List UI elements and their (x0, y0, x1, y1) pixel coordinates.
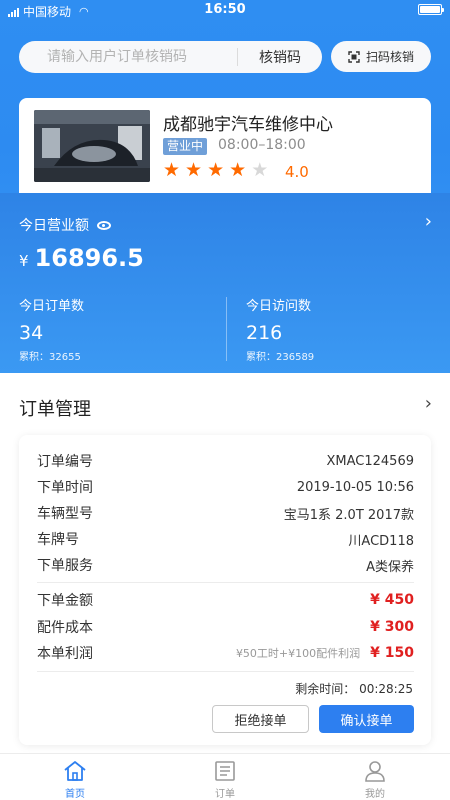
tab-label: 订单 (215, 789, 235, 800)
store-name: 成都驰宇汽车维修中心 (163, 115, 333, 135)
order-info-row: 车牌号 川ACD118 (37, 527, 414, 551)
stat-divider (226, 297, 227, 361)
row-value: ¥ 150 (370, 645, 414, 661)
row-key: 本单利润 (37, 646, 93, 662)
currency-symbol: ¥ (19, 252, 29, 270)
search-box: 核销码 (19, 41, 322, 73)
star-icon: ★ (207, 159, 225, 181)
profit-breakdown: ¥50工时+¥100配件利润 (235, 647, 361, 660)
order-info-row: 订单编号 XMAC124569 (37, 449, 414, 473)
row-key: 订单编号 (37, 454, 93, 470)
row-value: 川ACD118 (348, 533, 414, 549)
visits-cumulative: 累积：236589 (246, 352, 315, 363)
user-icon (365, 761, 385, 782)
star-icon: ★ (163, 159, 181, 181)
order-card: 订单编号 XMAC124569 下单时间 2019-10-05 10:56 车辆… (19, 435, 431, 745)
today-revenue: ¥16896.5 (19, 244, 144, 272)
order-money-row: 下单金额 ¥ 450 (37, 588, 414, 612)
order-money-row: 本单利润 ¥50工时+¥100配件利润 ¥ 150 (37, 641, 414, 665)
row-value: A类保养 (366, 559, 414, 575)
status-bar: 中国移动 ◠ 16:50 (0, 0, 450, 20)
reject-order-button[interactable]: 拒绝接单 (212, 705, 309, 733)
row-value: XMAC124569 (326, 453, 415, 469)
order-info-row: 下单时间 2019-10-05 10:56 (37, 475, 414, 499)
tab-orders[interactable]: 订单 (150, 754, 300, 800)
document-icon (215, 761, 235, 781)
today-revenue-value: 16896.5 (34, 244, 144, 272)
star-empty-icon: ★ (251, 159, 269, 181)
stats-panel: 今日营业额 › ¥16896.5 今日订单数 34 累积：32655 今日访问数… (0, 193, 450, 373)
search-input[interactable] (19, 41, 237, 73)
status-badge: 营业中 (163, 138, 208, 155)
orders-cumulative: 累积：32655 (19, 352, 81, 363)
order-management-section: 订单管理 › 订单编号 XMAC124569 下单时间 2019-10-05 1… (0, 373, 450, 753)
business-hours: 08:00–18:00 (218, 137, 306, 153)
row-value: ¥ 300 (370, 619, 414, 635)
remaining-time: 剩余时间： 00:28:25 (295, 682, 413, 696)
divider (37, 671, 414, 672)
row-key: 车牌号 (37, 532, 79, 548)
scan-verify-button[interactable]: 扫码核销 (331, 41, 431, 72)
row-key: 配件成本 (37, 620, 93, 636)
row-key: 下单服务 (37, 558, 93, 574)
profit-detail: ¥50工时+¥100配件利润 ¥ 150 (236, 645, 414, 661)
status-time: 16:50 (204, 2, 246, 17)
tab-mine[interactable]: 我的 (300, 754, 450, 800)
row-value: 宝马1系 2.0T 2017款 (283, 507, 414, 523)
star-icon: ★ (185, 159, 203, 181)
visits-label: 今日访问数 (246, 299, 312, 314)
rating-stars: ★ ★ ★ ★ ★ (163, 160, 268, 180)
accept-order-button[interactable]: 确认接单 (319, 705, 414, 733)
orders-stat: 今日订单数 34 累积：32655 (19, 295, 84, 363)
eye-icon[interactable] (97, 220, 111, 230)
orders-value: 34 (19, 322, 44, 344)
store-photo (34, 110, 150, 182)
row-key: 车辆型号 (37, 506, 93, 522)
orders-label: 今日订单数 (19, 299, 85, 314)
scan-icon (348, 50, 360, 63)
order-management-title: 订单管理 (19, 399, 91, 420)
star-icon: ★ (229, 159, 247, 181)
tab-home[interactable]: 首页 (0, 754, 150, 800)
scan-verify-label: 扫码核销 (365, 50, 414, 64)
order-info-row: 下单服务 A类保养 (37, 553, 414, 577)
divider (37, 582, 414, 583)
rating-value: 4.0 (285, 163, 309, 181)
today-revenue-text: 今日营业额 (19, 218, 89, 234)
chevron-right-icon[interactable]: › (425, 393, 432, 414)
today-revenue-label: 今日营业额 (19, 215, 111, 235)
verify-code-button[interactable]: 核销码 (238, 47, 322, 67)
visits-stat: 今日访问数 216 累积：236589 (246, 295, 314, 363)
row-value: ¥ 450 (370, 592, 414, 608)
row-key: 下单金额 (37, 593, 93, 609)
order-money-row: 配件成本 ¥ 300 (37, 615, 414, 639)
chevron-right-icon[interactable]: › (425, 211, 432, 232)
tab-label: 我的 (365, 789, 385, 800)
tab-bar: 首页 订单 我的 (0, 753, 450, 800)
visits-value: 216 (246, 322, 283, 344)
row-key: 下单时间 (37, 480, 93, 496)
home-icon (64, 761, 86, 781)
order-info-row: 车辆型号 宝马1系 2.0T 2017款 (37, 501, 414, 525)
battery-icon (418, 4, 444, 15)
row-value: 2019-10-05 10:56 (296, 479, 414, 495)
tab-label: 首页 (65, 789, 85, 800)
